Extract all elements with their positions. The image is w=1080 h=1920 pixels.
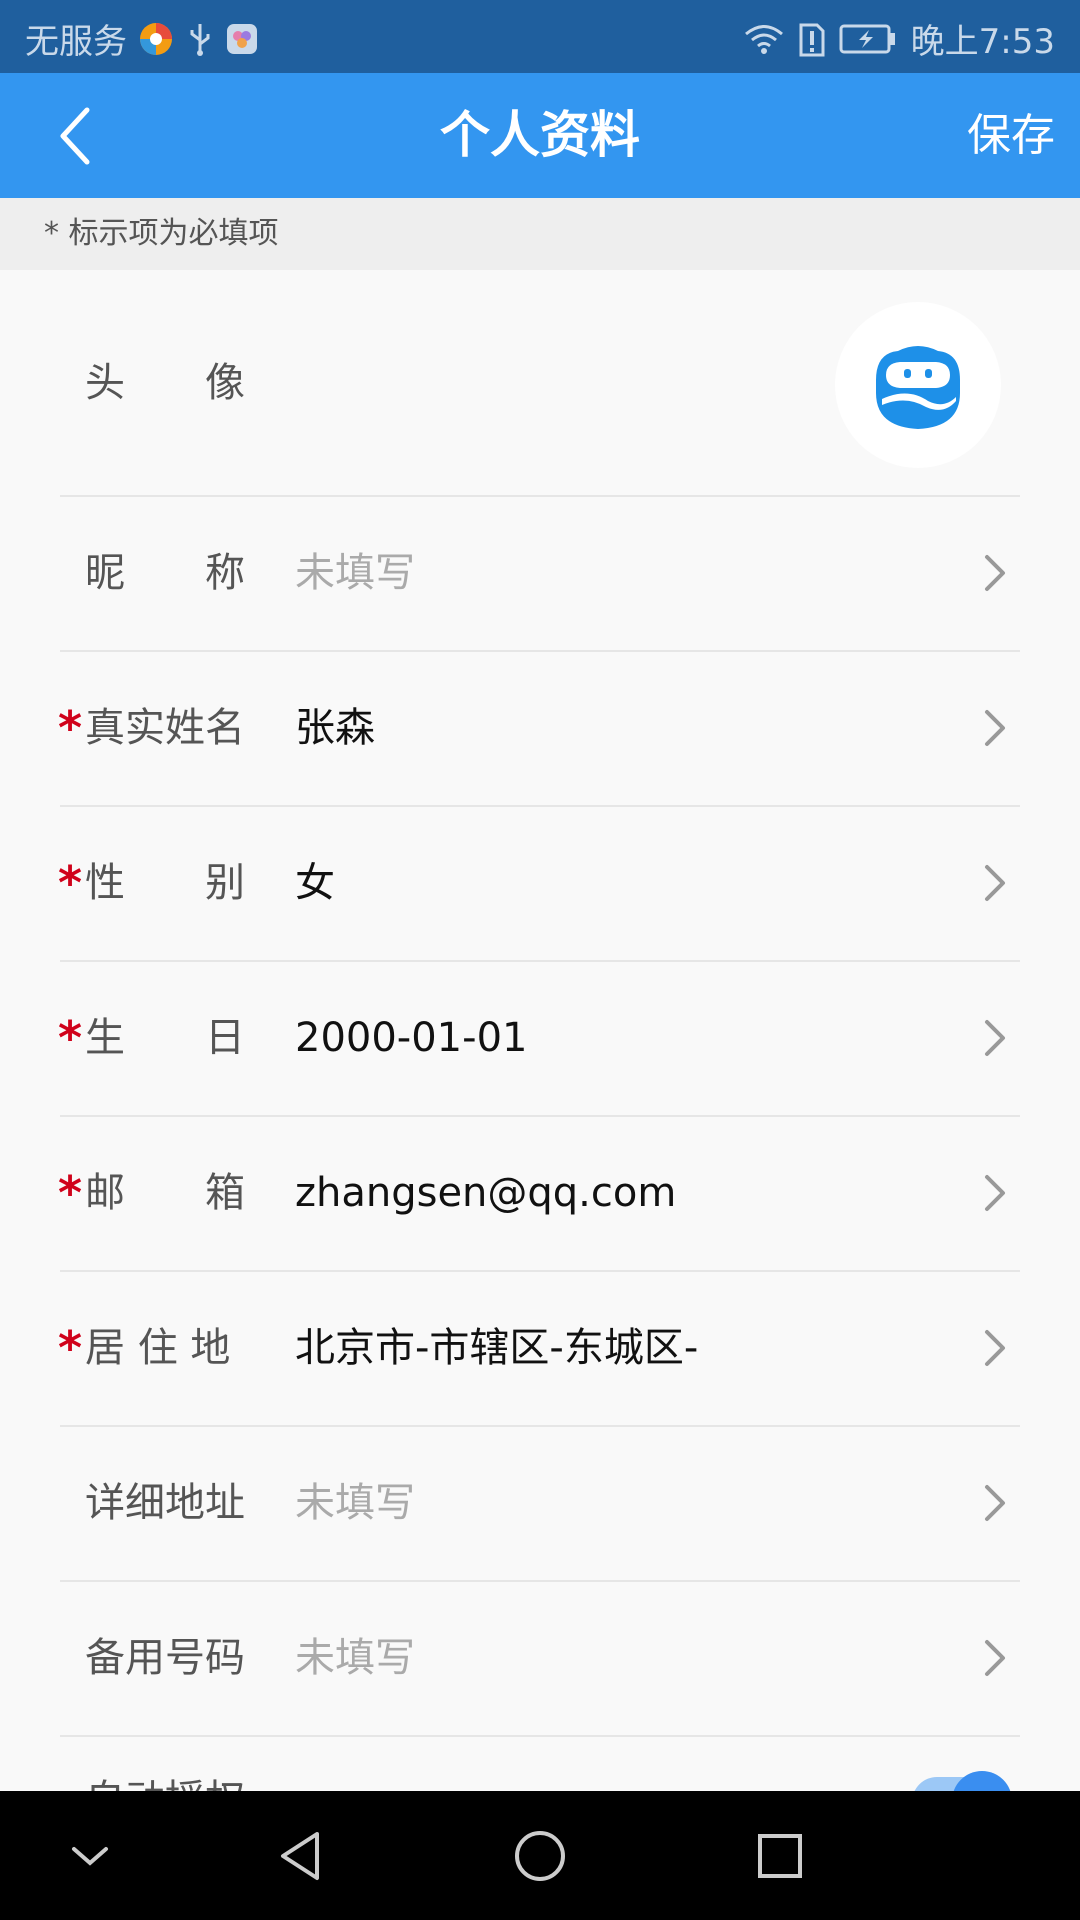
status-bar: 无服务 晚上7:53 <box>0 0 1080 73</box>
row-arrow <box>975 1016 1015 1060</box>
browser-app-icon <box>137 20 175 58</box>
row-arrow <box>975 861 1015 905</box>
form-row[interactable]: 详细地址 未填写 <box>0 1427 1080 1580</box>
chevron-down-icon <box>72 1846 108 1866</box>
chevron-right-icon <box>985 1640 1005 1676</box>
chevron-right-icon <box>985 1175 1005 1211</box>
required-star: * <box>58 701 83 755</box>
required-notice: * 标示项为必填项 <box>0 198 1080 270</box>
circle-home-icon <box>515 1830 565 1881</box>
avatar-row[interactable]: 头 像 <box>0 270 1080 496</box>
row-value: zhangsen@qq.com <box>295 1170 677 1216</box>
home-nav-button[interactable] <box>480 1791 600 1920</box>
row-label: 性 别 <box>85 860 245 906</box>
row-label: 备用号码 <box>85 1635 245 1681</box>
row-arrow <box>975 1481 1015 1525</box>
recents-nav-button[interactable] <box>720 1791 840 1920</box>
carrier-text: 无服务 <box>25 22 127 62</box>
form-row[interactable]: * 邮 箱 zhangsen@qq.com <box>0 1117 1080 1270</box>
row-value: 未填写 <box>295 550 415 596</box>
sim-alert-icon <box>799 21 825 57</box>
row-label: 昵 称 <box>85 550 245 596</box>
chevron-right-icon <box>985 865 1005 901</box>
page-title: 个人资料 <box>440 106 640 164</box>
avatar[interactable] <box>835 302 1001 468</box>
row-arrow <box>975 1636 1015 1680</box>
row-label: 生 日 <box>85 1015 245 1061</box>
row-label: 邮 箱 <box>85 1170 245 1216</box>
row-label: 真实姓名 <box>85 705 245 751</box>
row-value: 未填写 <box>295 1480 415 1526</box>
row-value: 未填写 <box>295 1635 415 1681</box>
row-label: 详细地址 <box>85 1480 245 1526</box>
row-arrow <box>975 1326 1015 1370</box>
back-nav-button[interactable] <box>240 1791 360 1920</box>
required-star: * <box>58 1321 83 1375</box>
triangle-back-icon <box>281 1831 319 1880</box>
row-value: 北京市-市辖区-东城区- <box>295 1325 699 1371</box>
wifi-icon <box>743 22 785 56</box>
square-recents-icon <box>758 1833 802 1878</box>
row-value: 2000-01-01 <box>295 1015 528 1061</box>
chevron-right-icon <box>985 555 1005 591</box>
clock-text: 晚上7:53 <box>910 22 1055 62</box>
avatar-label: 头 像 <box>85 360 245 406</box>
chevron-right-icon <box>985 1020 1005 1056</box>
form-row[interactable]: * 真实姓名 张森 <box>0 652 1080 805</box>
form-row[interactable]: * 生 日 2000-01-01 <box>0 962 1080 1115</box>
required-star: * <box>58 856 83 910</box>
row-value: 女 <box>295 860 335 906</box>
form-row[interactable]: 昵 称 未填写 <box>0 497 1080 650</box>
system-nav-bar <box>0 1791 1080 1920</box>
battery-charging-icon <box>839 23 897 55</box>
row-arrow <box>975 706 1015 750</box>
profile-form: 头 像 昵 称未填写 * 真实姓名 张森 * 性 别女 * 生 日 2000-01-01 * 邮 箱… <box>0 270 1080 1817</box>
form-row[interactable]: 备用号码 未填写 <box>0 1582 1080 1735</box>
usb-icon <box>185 20 215 58</box>
required-star: * <box>58 1166 83 1220</box>
app-store-icon <box>225 22 259 56</box>
chevron-right-icon <box>985 1485 1005 1521</box>
row-arrow <box>975 551 1015 595</box>
row-label: 居 住 地 <box>85 1325 231 1371</box>
required-star: * <box>58 1011 83 1065</box>
row-value: 张森 <box>295 705 375 751</box>
hide-nav-button[interactable] <box>30 1791 150 1920</box>
form-row[interactable]: * 居 住 地 北京市-市辖区-东城区- <box>0 1272 1080 1425</box>
app-header: 个人资料 保存 <box>0 73 1080 198</box>
robot-avatar-icon <box>876 346 960 429</box>
row-arrow <box>975 1171 1015 1215</box>
chevron-right-icon <box>985 1330 1005 1366</box>
chevron-right-icon <box>985 710 1005 746</box>
form-row[interactable]: * 性 别 女 <box>0 807 1080 960</box>
save-button[interactable]: 保存 <box>967 73 1055 198</box>
